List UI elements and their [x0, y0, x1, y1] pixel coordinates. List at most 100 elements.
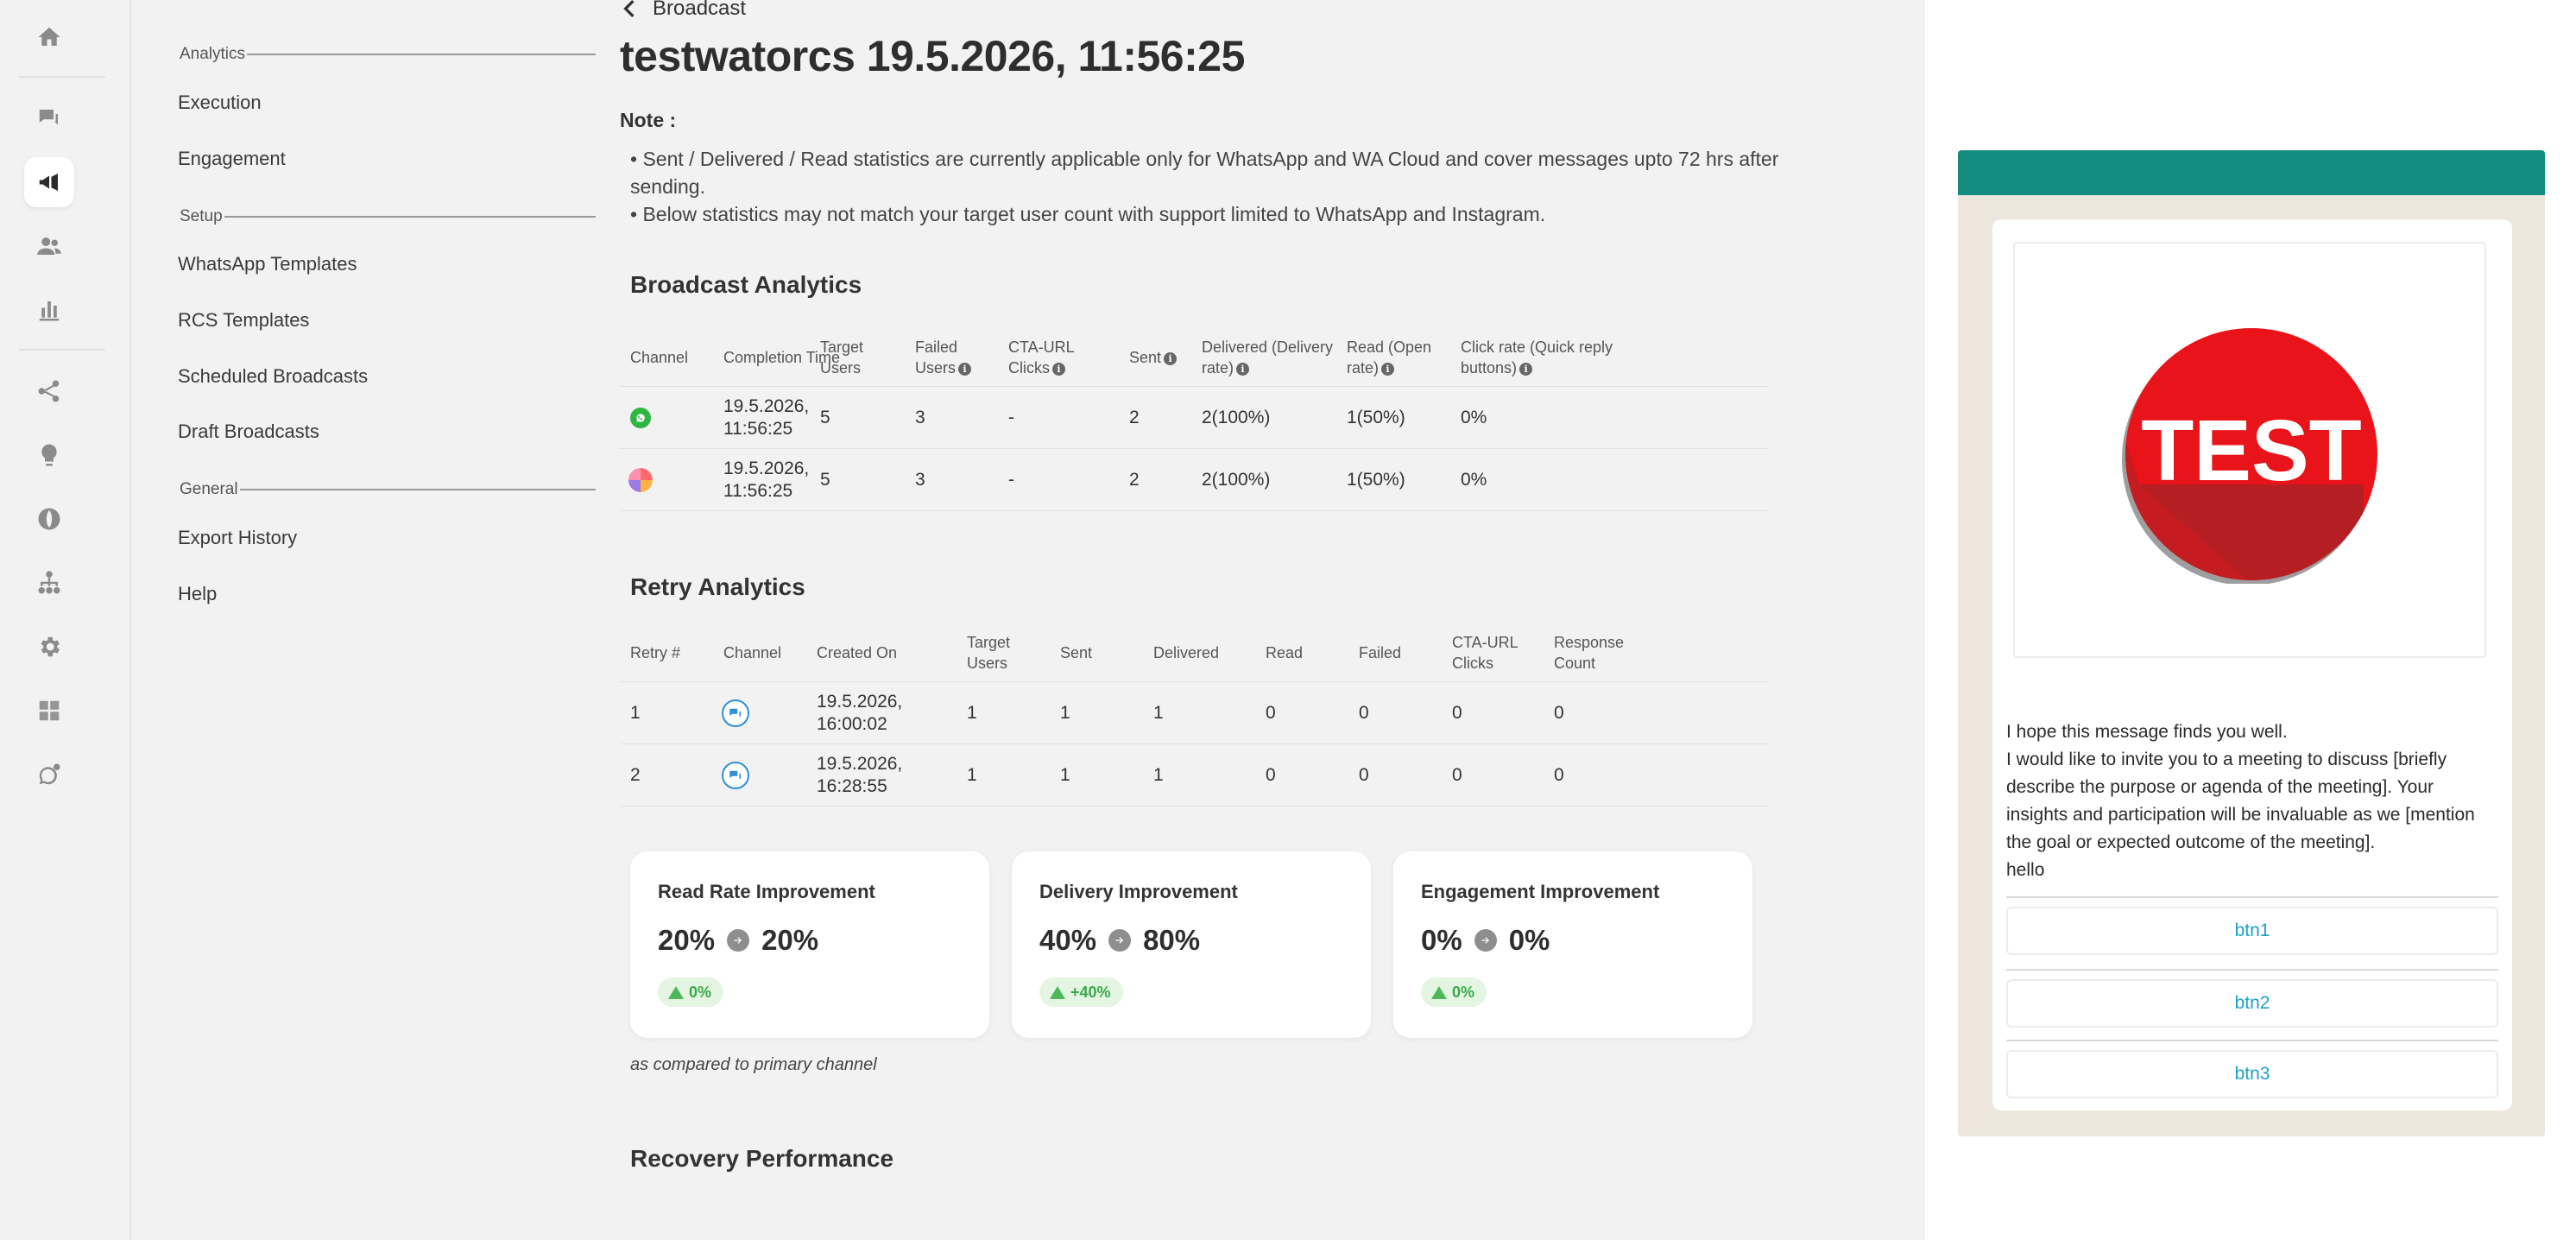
- sidebar-item-execution[interactable]: Execution: [178, 92, 262, 114]
- col-response-count: Response Count: [1554, 633, 1625, 672]
- cta-url-clicks-cell: -: [1008, 407, 1014, 427]
- retry-cell: 2: [630, 764, 641, 785]
- delivery-improvement-card: Delivery Improvement 40% 80% +40%: [1012, 851, 1371, 1038]
- col-failed: Failed: [1359, 643, 1402, 661]
- button-divider: [2006, 1040, 2498, 1041]
- back-link[interactable]: Broadcast: [622, 0, 746, 21]
- card-title: Engagement Improvement: [1421, 881, 1660, 902]
- globe-icon[interactable]: [24, 494, 74, 544]
- delivered-cell: 2(100%): [1202, 407, 1271, 427]
- users-icon[interactable]: [24, 221, 74, 271]
- col-channel: Channel: [630, 348, 689, 366]
- failed-users-cell: 3: [915, 469, 925, 490]
- from-value: 0%: [1421, 924, 1462, 956]
- quick-reply-btn1[interactable]: btn1: [2006, 907, 2498, 955]
- sidebar-item-rcs-templates[interactable]: RCS Templates: [178, 309, 309, 332]
- col-target-users: Target Users: [820, 338, 864, 376]
- button-divider: [2006, 896, 2498, 898]
- sent-cell: 2: [1129, 407, 1140, 427]
- back-label: Broadcast: [653, 0, 747, 20]
- info-icon[interactable]: i: [958, 362, 972, 376]
- sidebar-item-draft-broadcasts[interactable]: Draft Broadcasts: [178, 421, 319, 443]
- test-badge-text: TEST: [2141, 402, 2362, 499]
- analytics-icon[interactable]: [24, 285, 74, 335]
- whatsapp-preview: TEST I hope this message finds you well.…: [1958, 150, 2545, 1136]
- click-rate-cell: 0%: [1461, 407, 1487, 427]
- read-cell: 0: [1266, 702, 1276, 723]
- triangle-up-icon: [1431, 985, 1447, 999]
- info-icon[interactable]: i: [1236, 362, 1250, 376]
- delivered-cell: 1: [1153, 764, 1164, 785]
- broadcast-icon[interactable]: [24, 157, 74, 207]
- col-sent: Sent: [1060, 643, 1093, 661]
- rail-divider: [19, 349, 105, 351]
- col-read: Read: [1266, 643, 1304, 661]
- note-label: Note :: [620, 109, 677, 131]
- quick-reply-btn3[interactable]: btn3: [2006, 1050, 2498, 1098]
- chevron-left-icon: [623, 0, 635, 17]
- col-created-on: Created On: [817, 643, 898, 661]
- integrations-icon[interactable]: [24, 686, 74, 736]
- col-cta-url-clicks: CTA-URL Clicks: [1452, 633, 1518, 672]
- sidebar-item-whatsapp-templates[interactable]: WhatsApp Templates: [178, 253, 357, 275]
- target-users-cell: 1: [967, 764, 977, 785]
- rcs-icon: [722, 699, 749, 727]
- read-cell: 1(50%): [1347, 469, 1405, 490]
- failed-cell: 0: [1359, 702, 1369, 723]
- retry-analytics-title: Retry Analytics: [630, 573, 805, 600]
- settings-icon[interactable]: [24, 622, 74, 672]
- delivered-cell: 2(100%): [1202, 469, 1271, 490]
- instagram-icon: [628, 467, 653, 492]
- info-icon[interactable]: i: [1519, 362, 1533, 376]
- secondary-sidebar: Analytics Execution Engagement Setup Wha…: [129, 0, 597, 1240]
- bulb-icon[interactable]: [24, 430, 74, 480]
- rcs-icon: [722, 761, 749, 789]
- arrow-right-icon: [1474, 929, 1497, 952]
- delta-badge: 0%: [658, 977, 724, 1007]
- broadcast-analytics-title: Broadcast Analytics: [630, 271, 862, 298]
- response-count-cell: 0: [1554, 702, 1564, 723]
- target-users-cell: 5: [820, 469, 830, 490]
- sidebar-item-scheduled-broadcasts[interactable]: Scheduled Broadcasts: [178, 365, 368, 388]
- retry-analytics-table: Retry # Channel Created On Target Users …: [620, 623, 1768, 807]
- info-icon[interactable]: i: [1052, 362, 1065, 376]
- info-icon[interactable]: i: [1164, 351, 1178, 365]
- message-line-1: I hope this message finds you well.: [2006, 722, 2288, 742]
- section-setup: Setup: [180, 207, 597, 226]
- engagement-improvement-card: Engagement Improvement 0% 0% 0%: [1393, 851, 1752, 1038]
- flow-icon[interactable]: [24, 366, 74, 416]
- col-delivered: Delivered (Delivery rate) i: [1202, 338, 1334, 376]
- recovery-performance-title: Recovery Performance: [630, 1145, 894, 1172]
- broadcast-analytics-table: Channel Completion Time Target Users Fai…: [620, 328, 1768, 511]
- section-general: General: [180, 480, 597, 499]
- quick-reply-btn2[interactable]: btn2: [2006, 979, 2498, 1028]
- completion-time-cell: 19.5.2026, 11:56:25: [723, 458, 810, 501]
- table-row: 1 19.5.2026, 16:00:02 1 1 1 0 0 0 0: [620, 682, 1768, 744]
- note-line-1: • Sent / Delivered / Read statistics are…: [630, 148, 1779, 198]
- sidebar-item-engagement[interactable]: Engagement: [178, 148, 286, 170]
- sidebar-item-export-history[interactable]: Export History: [178, 527, 297, 549]
- retry-cell: 1: [630, 702, 641, 723]
- table-row: 19.5.2026, 11:56:25 5 3 - 2 2(100%) 1(50…: [620, 387, 1768, 449]
- target-users-cell: 1: [967, 702, 977, 723]
- chat-icon[interactable]: [24, 93, 74, 143]
- cta-url-clicks-cell: 0: [1452, 702, 1462, 723]
- message-footer: hello: [2006, 860, 2045, 880]
- sent-cell: 1: [1060, 764, 1070, 785]
- info-icon[interactable]: i: [1381, 362, 1395, 376]
- whatsapp-header: [1958, 150, 2545, 195]
- home-icon[interactable]: [24, 12, 74, 62]
- arrow-right-icon: [727, 929, 750, 952]
- arrow-right-icon: [1108, 929, 1132, 952]
- target-users-cell: 5: [820, 407, 830, 427]
- sidebar-item-help[interactable]: Help: [178, 583, 217, 605]
- whatsapp-settings-icon[interactable]: [24, 750, 74, 800]
- hierarchy-icon[interactable]: [24, 558, 74, 608]
- card-values: 40% 80%: [1039, 924, 1200, 957]
- col-cta-url-clicks: CTA-URL Clicks i: [1008, 338, 1074, 376]
- col-click-rate: Click rate (Quick reply buttons) i: [1461, 338, 1613, 376]
- col-delivered: Delivered: [1153, 643, 1220, 661]
- compare-note: as compared to primary channel: [630, 1055, 877, 1074]
- failed-cell: 0: [1359, 764, 1369, 785]
- click-rate-cell: 0%: [1461, 469, 1487, 490]
